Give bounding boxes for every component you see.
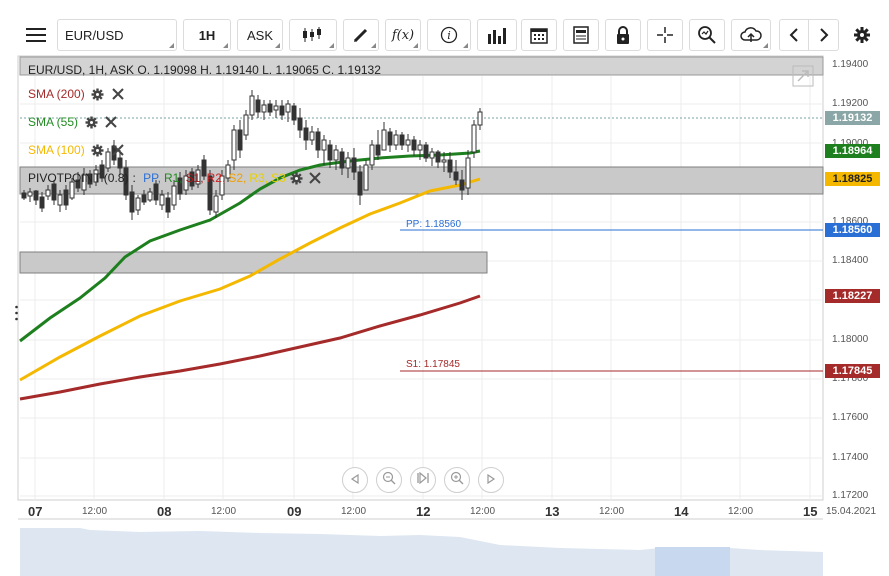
- time-axis-label: 07: [28, 504, 43, 519]
- legend-pivot-label: PIVOTPOINT (0.8): [28, 171, 129, 185]
- resize-grip[interactable]: [15, 305, 18, 323]
- triangle-right-icon: [486, 471, 496, 489]
- close-icon[interactable]: [104, 115, 118, 129]
- price-axis-label: 1.17200: [832, 490, 869, 501]
- time-axis-label: 13: [545, 504, 560, 519]
- legend-sma-100-label: SMA (100): [28, 143, 85, 157]
- time-axis-label: 15: [803, 504, 818, 519]
- scroll-left-button[interactable]: [342, 467, 368, 493]
- plot-area: [17, 55, 824, 501]
- time-axis-label: 08: [157, 504, 172, 519]
- price-axis-label: 1.19400: [832, 59, 869, 70]
- legend-pivot[interactable]: PIVOTPOINT (0.8) : PP, R1, S1, R2, S2, R3, S3: [28, 171, 322, 185]
- gear-icon[interactable]: [91, 87, 105, 101]
- pivot-part: R2,: [206, 171, 226, 185]
- legend-sma-200[interactable]: SMA (200): [28, 87, 125, 101]
- price-axis-label: 1.18400: [832, 255, 869, 266]
- close-icon[interactable]: [111, 143, 125, 157]
- legend-sma-55-label: SMA (55): [28, 115, 79, 129]
- time-axis-label: 12:00: [470, 506, 496, 517]
- time-axis-label: 12: [416, 504, 431, 519]
- gear-icon[interactable]: [91, 143, 105, 157]
- close-icon[interactable]: [308, 171, 322, 185]
- price-chart[interactable]: [0, 0, 889, 576]
- time-axis-label: 14: [674, 504, 689, 519]
- price-tag-sma100: 1.18825: [825, 172, 880, 186]
- zoom-out-icon: [382, 471, 396, 490]
- price-tag-s1: 1.17845: [825, 364, 880, 378]
- pp-level-label: PP: 1.18560: [406, 219, 462, 230]
- price-tag-sma200: 1.18227: [825, 289, 880, 303]
- zoom-in-button[interactable]: [444, 467, 470, 493]
- pivot-part: R3,: [249, 171, 269, 185]
- time-axis-label: 12:00: [82, 506, 108, 517]
- chart-app: EUR/USD 1H ASK f(x) i EUR/USD, 1H, ASK O…: [0, 0, 889, 576]
- pivot-part: S2,: [228, 171, 247, 185]
- time-axis-date: 15.04.2021: [826, 506, 877, 517]
- time-axis-label: 09: [287, 504, 302, 519]
- candle: [243, 110, 249, 140]
- price-axis-label: 1.19200: [832, 98, 869, 109]
- scroll-right-button[interactable]: [478, 467, 504, 493]
- pivot-part: R1,: [163, 171, 183, 185]
- price-tag-last: 1.19132: [825, 111, 880, 125]
- reset-view-button[interactable]: [410, 467, 436, 493]
- candle: [369, 140, 375, 170]
- zoom-out-button[interactable]: [376, 467, 402, 493]
- legend-pivot-parts: PP, R1, S1, R2, S2, R3, S3: [143, 171, 286, 185]
- time-axis-label: 12:00: [599, 506, 625, 517]
- time-axis-label: 12:00: [341, 506, 367, 517]
- time-axis-label: 12:00: [728, 506, 754, 517]
- gear-icon[interactable]: [290, 171, 304, 185]
- pivot-part: S1,: [185, 171, 204, 185]
- triangle-left-icon: [350, 471, 360, 489]
- legend-pivot-sep: :: [132, 171, 140, 185]
- legend-sma-200-label: SMA (200): [28, 87, 85, 101]
- gear-icon[interactable]: [84, 115, 98, 129]
- price-axis-label: 1.17400: [832, 452, 869, 463]
- support-zone: [19, 251, 488, 274]
- price-tag-pp: 1.18560: [825, 223, 880, 237]
- candle: [471, 120, 477, 158]
- close-icon[interactable]: [111, 87, 125, 101]
- legend-sma-55[interactable]: SMA (55): [28, 115, 118, 129]
- chart-title: EUR/USD, 1H, ASK O. 1.19098 H. 1.19140 L…: [28, 63, 381, 77]
- price-axis-label: 1.18000: [832, 334, 869, 345]
- s1-level-label: S1: 1.17845: [406, 359, 460, 370]
- pivot-part: S3: [271, 171, 286, 185]
- zoom-in-icon: [450, 471, 464, 490]
- legend-sma-100[interactable]: SMA (100): [28, 143, 125, 157]
- time-axis-label: 12:00: [211, 506, 237, 517]
- price-axis-label: 1.17600: [832, 412, 869, 423]
- reset-view-icon: [416, 471, 430, 489]
- pivot-part: PP,: [143, 171, 161, 185]
- candle: [363, 160, 369, 191]
- price-tag-sma55: 1.18964: [825, 144, 880, 158]
